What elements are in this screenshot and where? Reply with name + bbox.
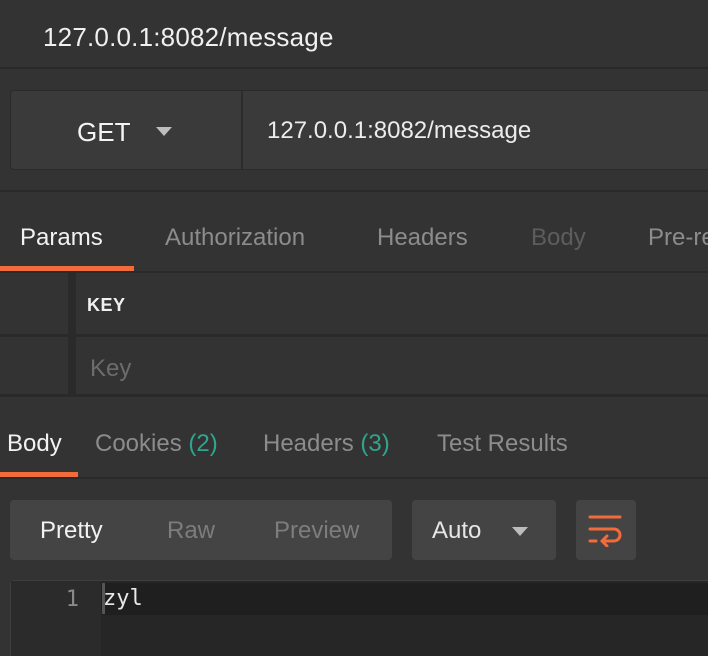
divider (0, 394, 708, 397)
code-line[interactable]: zyl (103, 586, 143, 611)
format-label: Auto (432, 517, 482, 544)
method-select[interactable]: GET (11, 91, 243, 169)
request-title-bar: 127.0.0.1:8082/message (0, 0, 708, 69)
view-preview-button[interactable]: Preview (274, 517, 359, 545)
headers-count: (3) (360, 430, 390, 457)
response-tab-test-results[interactable]: Test Results (437, 430, 568, 458)
column-separator (68, 337, 76, 394)
request-bar: GET 127.0.0.1:8082/message (10, 90, 708, 170)
row-separator (0, 334, 708, 337)
postman-window: 127.0.0.1:8082/message GET 127.0.0.1:808… (0, 0, 708, 656)
param-key-input[interactable]: Key (90, 355, 131, 383)
view-raw-button[interactable]: Raw (167, 517, 215, 545)
url-input[interactable]: 127.0.0.1:8082/message (267, 117, 531, 145)
response-tab-body[interactable]: Body (7, 430, 62, 458)
view-pretty-button[interactable]: Pretty (40, 517, 103, 545)
column-separator (68, 273, 76, 334)
key-column-header: KEY (87, 295, 126, 315)
request-tabs: Params Authorization Headers Body Pre-re (0, 192, 708, 272)
caret-down-icon (512, 527, 528, 536)
tab-body[interactable]: Body (531, 224, 586, 252)
divider (0, 477, 708, 479)
wrap-lines-icon (588, 515, 622, 547)
wrap-lines-button[interactable] (576, 500, 636, 560)
tab-params[interactable]: Params (20, 224, 103, 252)
request-title[interactable]: 127.0.0.1:8082/message (43, 22, 334, 53)
method-label: GET (77, 117, 131, 147)
line-number: 1 (65, 587, 79, 612)
response-tab-cookies[interactable]: Cookies (2) (95, 430, 218, 458)
response-tab-label: Headers (263, 430, 354, 457)
view-mode-group: Pretty Raw Preview (10, 500, 392, 560)
format-select[interactable]: Auto (412, 500, 556, 560)
cookies-count: (2) (188, 430, 218, 457)
caret-down-icon (156, 127, 172, 136)
response-body-editor[interactable]: 1 zyl (10, 580, 708, 656)
tab-authorization[interactable]: Authorization (165, 224, 305, 252)
response-tab-label: Cookies (95, 430, 182, 457)
line-number-gutter: 1 (11, 581, 101, 656)
active-line-highlight (101, 583, 708, 615)
response-tab-headers[interactable]: Headers (3) (263, 430, 390, 458)
tab-headers[interactable]: Headers (377, 224, 468, 252)
tab-pre-request-script[interactable]: Pre-re (648, 224, 708, 252)
